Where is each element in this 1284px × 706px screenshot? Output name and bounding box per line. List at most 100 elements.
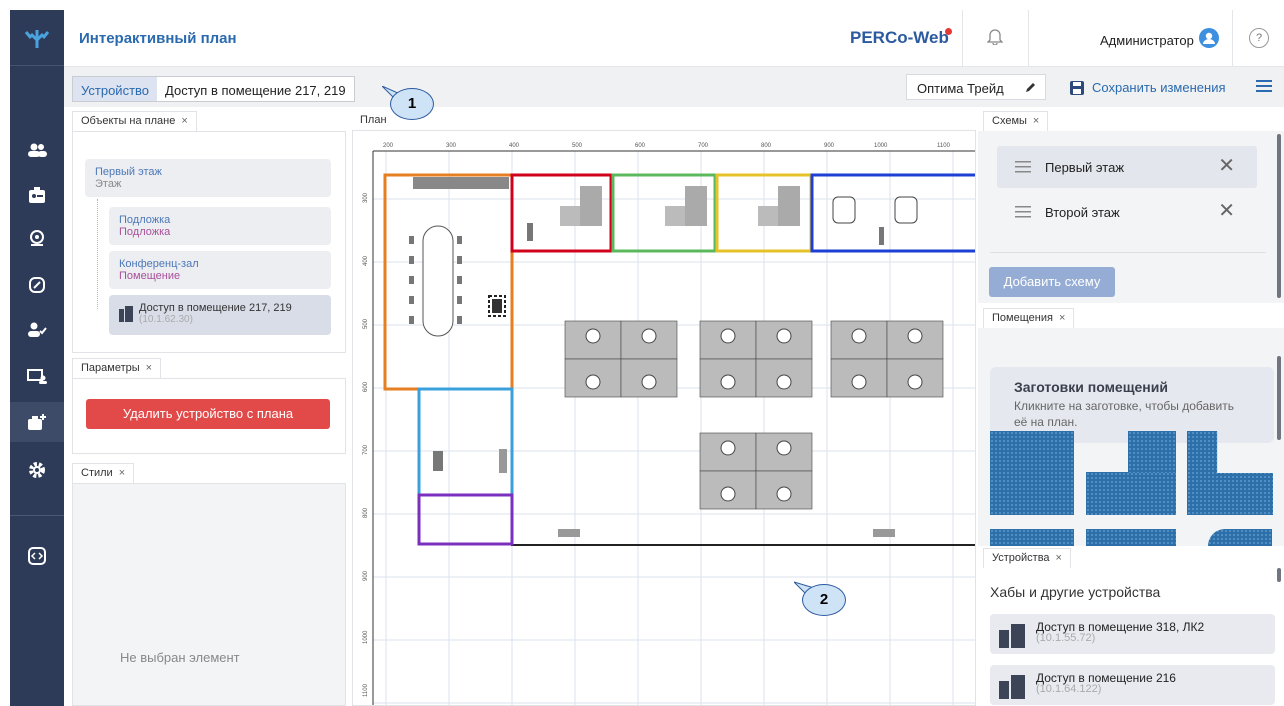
edit-icon[interactable] <box>1025 81 1037 93</box>
scheme-name: Первый этаж <box>1045 159 1125 175</box>
settings-icon[interactable] <box>10 450 64 490</box>
room-cyan[interactable] <box>417 387 514 497</box>
sidebar-divider <box>10 515 64 516</box>
ruler-y-label: 1100 <box>363 683 369 697</box>
id-card-icon[interactable] <box>10 175 64 215</box>
ruler-x-label: 300 <box>446 143 457 149</box>
tree-item-device[interactable]: Доступ в помещение 217, 219 (10.1.62.30) <box>109 295 331 335</box>
user-name[interactable]: Администратор <box>1100 33 1194 48</box>
room-template-partial[interactable] <box>990 529 1074 546</box>
add-scheme-button[interactable]: Добавить схему <box>989 267 1115 297</box>
plan-canvas[interactable]: 200 300 400 500 600 700 800 900 1000 110… <box>352 130 976 706</box>
callout-1: 1 <box>390 88 434 120</box>
close-icon[interactable]: × <box>146 362 152 374</box>
callout-2: 2 <box>802 584 846 616</box>
divider <box>990 252 1266 253</box>
tab-schemes-label: Схемы <box>992 115 1027 127</box>
user-check-icon[interactable] <box>10 310 64 350</box>
link-icon[interactable] <box>10 265 64 305</box>
tab-rooms[interactable]: Помещения × <box>983 308 1075 328</box>
close-icon[interactable]: × <box>1059 312 1065 324</box>
breadcrumb-value[interactable]: Доступ в помещение 217, 219 <box>157 77 354 101</box>
scheme-item[interactable]: Первый этаж ✕ <box>997 146 1257 188</box>
access-control-icon[interactable] <box>10 218 64 258</box>
ruler-y-label: 400 <box>363 255 369 266</box>
breadcrumb-label[interactable]: Устройство <box>73 77 158 101</box>
organization-name: Оптима Трейд <box>917 81 1004 96</box>
scheme-item[interactable]: Второй этаж ✕ <box>997 191 1257 233</box>
room-purple[interactable] <box>417 493 514 546</box>
scrollbar[interactable] <box>1277 568 1281 582</box>
save-button[interactable]: Сохранить изменения <box>1070 80 1226 95</box>
users-icon[interactable] <box>10 130 64 170</box>
close-icon[interactable]: × <box>1033 115 1039 127</box>
ruler-y-label: 600 <box>363 381 369 392</box>
tree-item-type: Этаж <box>95 178 122 190</box>
ruler-y-label: 300 <box>363 192 369 203</box>
organization-field[interactable]: Оптима Трейд <box>906 74 1046 100</box>
delete-device-button[interactable]: Удалить устройство с плана <box>86 399 330 429</box>
info-text: Кликните на заготовке, чтобы добавить её… <box>1014 399 1235 429</box>
scrollbar[interactable] <box>1277 356 1281 440</box>
tree-item-address: (10.1.62.30) <box>139 314 193 325</box>
breadcrumb[interactable]: Устройство Доступ в помещение 217, 219 <box>72 76 355 102</box>
monitor-user-icon[interactable] <box>10 356 64 396</box>
page-title: Интерактивный план <box>79 30 237 47</box>
devices-heading: Хабы и другие устройства <box>990 584 1161 600</box>
scrollbar[interactable] <box>1277 134 1281 298</box>
tree-item-conference-room[interactable]: Конференц-зал Помещение <box>109 251 331 289</box>
tree-item-title: Конференц-зал <box>119 258 199 270</box>
tab-devices-label: Устройства <box>992 552 1050 564</box>
topbar-divider <box>1028 10 1029 67</box>
top-bar: Интерактивный план PERCo-Web Администрат… <box>64 10 1284 67</box>
plan-editor-icon[interactable] <box>10 402 64 442</box>
tab-rooms-label: Помещения <box>992 312 1053 324</box>
logo-icon[interactable] <box>10 10 64 66</box>
brand-logo: PERCo-Web <box>850 28 949 47</box>
ruler-x-label: 700 <box>698 143 709 149</box>
room-template-partial[interactable] <box>1086 529 1176 546</box>
ruler-x-label: 400 <box>509 143 520 149</box>
tree-item-floor[interactable]: Первый этаж Этаж <box>85 159 331 197</box>
close-icon[interactable]: × <box>1056 552 1062 564</box>
drag-handle-icon[interactable] <box>1015 206 1031 218</box>
remove-icon[interactable]: ✕ <box>1218 156 1235 176</box>
scheme-name: Второй этаж <box>1045 204 1120 220</box>
room-template-l-shape[interactable] <box>1086 472 1176 515</box>
ruler-y-label: 900 <box>363 570 369 581</box>
drag-handle-icon[interactable] <box>1015 161 1031 173</box>
menu-icon[interactable] <box>1256 79 1272 96</box>
tab-devices[interactable]: Устройства × <box>983 548 1071 568</box>
tree-item-underlay[interactable]: Подложка Подложка <box>109 207 331 245</box>
room-template-square[interactable] <box>990 431 1074 515</box>
bell-icon[interactable] <box>986 27 1004 48</box>
close-icon[interactable]: × <box>181 115 187 127</box>
tab-objects[interactable]: Объекты на плане × <box>72 111 197 131</box>
tree-item-title: Доступ в помещение 217, 219 <box>139 302 292 314</box>
plan-grid <box>373 151 975 705</box>
device-address: (10.1.64.122) <box>1036 683 1102 695</box>
tab-plan[interactable]: План <box>352 111 395 131</box>
room-template-round[interactable] <box>1208 529 1272 546</box>
avatar-icon[interactable] <box>1199 28 1219 48</box>
tab-objects-label: Объекты на плане <box>81 115 176 127</box>
code-icon[interactable] <box>10 536 64 576</box>
tree-item-type: Подложка <box>119 226 171 238</box>
remove-icon[interactable]: ✕ <box>1218 201 1235 221</box>
tab-parameters-label: Параметры <box>81 362 140 374</box>
device-list-item[interactable]: Доступ в помещение 216 (10.1.64.122) <box>990 665 1275 705</box>
floor-plan-drawing[interactable]: 200 300 400 500 600 700 800 900 1000 110… <box>353 131 976 706</box>
ruler-x-label: 200 <box>383 143 394 149</box>
tab-parameters[interactable]: Параметры × <box>72 358 162 378</box>
ruler-x-label: 1000 <box>874 143 888 149</box>
tab-styles[interactable]: Стили × <box>72 463 135 483</box>
topbar-divider <box>1232 10 1233 67</box>
brand-dot <box>945 28 952 35</box>
tab-schemes[interactable]: Схемы × <box>983 111 1049 131</box>
device-address: (10.1.55.72) <box>1036 632 1096 644</box>
tab-styles-label: Стили <box>81 467 113 479</box>
device-list-item[interactable]: Доступ в помещение 318, ЛК2 (10.1.55.72) <box>990 614 1275 654</box>
help-icon[interactable]: ? <box>1249 28 1269 48</box>
tree-connector <box>97 199 98 309</box>
close-icon[interactable]: × <box>119 467 125 479</box>
